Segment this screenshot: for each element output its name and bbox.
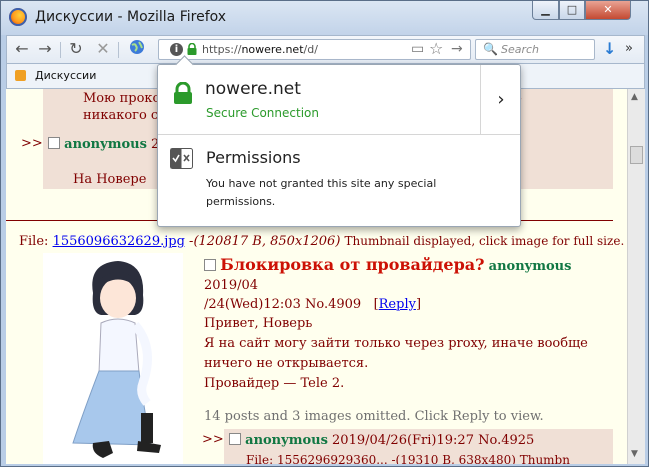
- maximize-button[interactable]: □: [559, 1, 585, 20]
- title-bar: Дискуссии - Mozilla Firefox ▁ □ ✕: [1, 1, 648, 35]
- url-prefix: https://: [202, 43, 242, 56]
- browser-window: Дискуссии - Mozilla Firefox ▁ □ ✕ ← → ↻ …: [0, 0, 649, 467]
- post-text: никакого с: [83, 108, 159, 123]
- poster-name: anonymous: [245, 433, 328, 448]
- go-arrow-icon[interactable]: →: [451, 41, 463, 57]
- vertical-scrollbar[interactable]: ▲ ▼: [627, 89, 645, 464]
- post-date: 2019/04: [204, 278, 259, 293]
- reply-arrows: >>: [21, 136, 43, 151]
- file-info-line: File: 1556096632629.jpg -(120817 B, 850x…: [19, 234, 624, 249]
- post-date-cont: /24(Wed)12:03 No.4909: [204, 297, 362, 312]
- post-thumbnail[interactable]: [43, 253, 183, 464]
- post-checkbox[interactable]: [229, 433, 241, 445]
- post-text-line: ничего не открывается.: [204, 356, 369, 371]
- popup-divider: [158, 134, 520, 135]
- more-info-arrow-button[interactable]: ›: [480, 65, 521, 134]
- site-identity-popup: nowere.net Secure Connection › Permissio…: [157, 55, 521, 227]
- file-info-line: File: 1556296929360... -(19310 B, 638x48…: [246, 453, 570, 464]
- permissions-text: You have not granted this site any speci…: [206, 177, 437, 208]
- search-placeholder: Search: [501, 43, 540, 56]
- secure-lock-icon: [174, 82, 192, 104]
- reply-link[interactable]: Reply: [379, 297, 416, 312]
- permissions-title: Permissions: [206, 148, 301, 167]
- navigation-toolbar: ← → ↻ ✕ i https://nowere.net/d/ ▭ ☆ → 🔍 …: [6, 35, 645, 64]
- post-checkbox[interactable]: [204, 259, 216, 271]
- address-bar[interactable]: i https://nowere.net/d/ ▭ ☆ →: [158, 39, 471, 60]
- minimize-button[interactable]: ▁: [532, 1, 559, 20]
- secure-connection-label: Secure Connection: [206, 106, 319, 120]
- reload-button[interactable]: ↻: [66, 39, 86, 59]
- toolbar-separator: [60, 42, 61, 58]
- post-text: На Новере: [73, 172, 147, 187]
- stop-button[interactable]: ✕: [93, 39, 113, 59]
- reader-view-icon[interactable]: ▭: [411, 41, 424, 57]
- poster-name: anonymous: [488, 259, 572, 274]
- poster-name: anonymous: [64, 137, 147, 152]
- popup-site-name: nowere.net: [205, 79, 301, 99]
- download-icon[interactable]: ↓: [603, 39, 616, 58]
- back-button[interactable]: ←: [12, 39, 32, 59]
- scrollbar-thumb[interactable]: [630, 146, 643, 164]
- close-window-button[interactable]: ✕: [585, 1, 631, 20]
- post-text-line: Провайдер — Tele 2.: [204, 376, 345, 391]
- scroll-down-icon[interactable]: ▼: [631, 449, 638, 459]
- bookmark-favicon-icon: [15, 70, 26, 81]
- overflow-chevron-icon[interactable]: »: [625, 41, 633, 56]
- forward-button[interactable]: →: [35, 39, 55, 59]
- bookmark-item[interactable]: Дискуссии: [35, 69, 96, 82]
- permissions-icon: [170, 148, 193, 169]
- file-link[interactable]: 1556096632629.jpg: [53, 234, 185, 249]
- post-checkbox[interactable]: [48, 137, 60, 149]
- file-size: -(120817 B, 850x1206): [189, 234, 341, 249]
- reply-arrows: >>: [202, 432, 224, 447]
- scroll-up-icon[interactable]: ▲: [631, 92, 638, 102]
- toolbar-separator: [118, 42, 119, 58]
- site-info-icon[interactable]: i: [170, 43, 183, 56]
- omitted-notice: 14 posts and 3 images omitted. Click Rep…: [204, 409, 544, 424]
- post-text: Мою проко: [83, 91, 161, 106]
- url-text[interactable]: https://nowere.net/d/: [202, 43, 318, 56]
- home-globe-icon[interactable]: [127, 39, 147, 59]
- firefox-logo-icon: [9, 8, 27, 26]
- reply-post: anonymous 2019/04/26(Fri)19:27 No.4925 F…: [224, 429, 613, 464]
- op-header: Блокировка от провайдера? anonymous 2019…: [204, 255, 572, 312]
- window-title: Дискуссии - Mozilla Firefox: [35, 9, 227, 25]
- lock-icon[interactable]: [187, 43, 197, 55]
- bookmark-star-icon[interactable]: ☆: [429, 39, 443, 58]
- file-label: File:: [19, 234, 49, 249]
- thumbnail-note: Thumbnail displayed, click image for ful…: [344, 234, 625, 248]
- post-subject: Блокировка от провайдера?: [220, 255, 485, 274]
- op-body: Привет, Новерь Я на сайт могу зайти толь…: [204, 314, 588, 394]
- search-icon: 🔍: [483, 42, 498, 56]
- url-host: nowere.net: [241, 43, 304, 56]
- post-text-line: Привет, Новерь: [204, 316, 313, 331]
- search-bar[interactable]: 🔍 Search: [475, 39, 595, 60]
- post-date: 2019/04/26(Fri)19:27 No.4925: [332, 433, 535, 448]
- post-header: anonymous 2019/04/26(Fri)19:27 No.4925: [229, 433, 534, 448]
- url-path: /d/: [303, 43, 318, 56]
- post-text-line: Я на сайт могу зайти только через proxy,…: [204, 336, 588, 351]
- post-header: anonymous 2: [48, 137, 159, 152]
